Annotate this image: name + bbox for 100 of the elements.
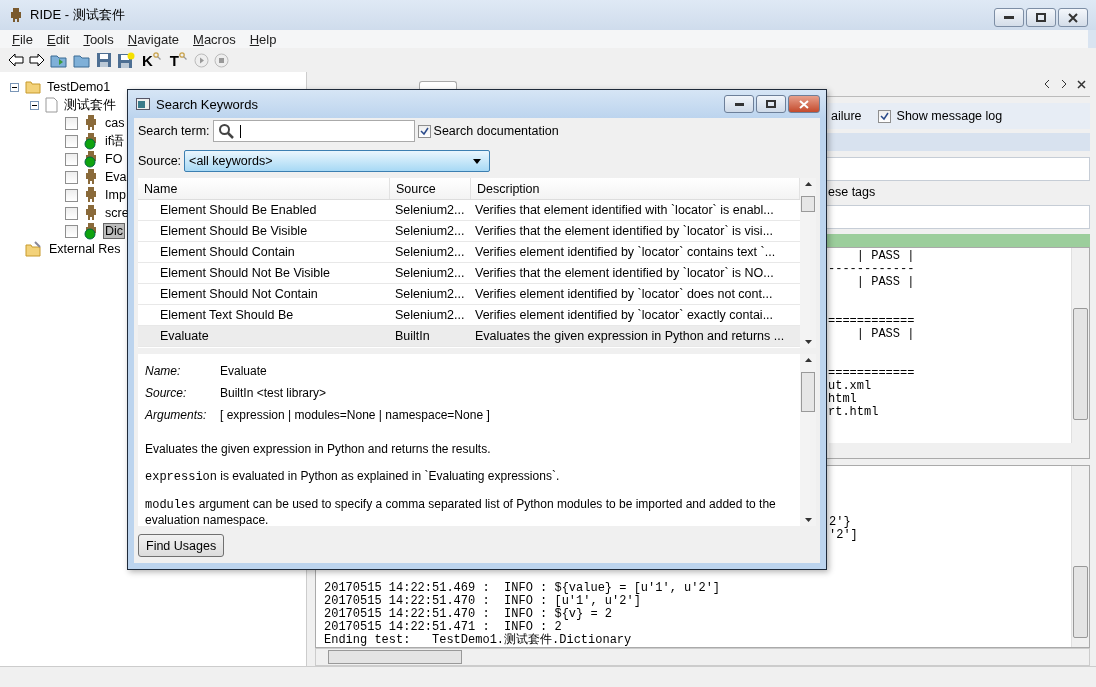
back-arrow-icon[interactable] (8, 53, 24, 67)
close-icon (799, 99, 809, 109)
scroll-up-icon[interactable] (804, 358, 812, 362)
log-line: 20170515 14:22:51.469 : INFO : ${value} = [u'1', u'2'] (324, 582, 722, 595)
scroll-right-icon[interactable] (1060, 79, 1068, 89)
stop-icon[interactable] (214, 52, 229, 68)
table-cell-text: Verifies element identified by `locator` exactly contai... (474, 307, 775, 324)
minimize-button[interactable] (724, 95, 754, 113)
tree-item[interactable]: Dic (104, 224, 125, 238)
close-icon[interactable] (1077, 79, 1086, 89)
scroll-down-icon[interactable] (804, 340, 812, 344)
table-row[interactable]: Element Should Not Be Visible Selenium2... Verifies that the element identified by `locator` is NO... (138, 263, 800, 284)
checkbox[interactable] (65, 206, 78, 220)
find-usages-button[interactable]: Find Usages (138, 534, 225, 557)
option-label: Show message log (896, 109, 1003, 123)
table-row[interactable]: Evaluate BuiltIn Evaluates the given expression in Python and returns ... (138, 326, 800, 347)
column-header[interactable]: Name (138, 178, 390, 199)
save-icon[interactable] (96, 52, 112, 68)
log-line: 20170515 14:22:51.470 : INFO : ${v} = 2 (324, 608, 614, 621)
collapse-toggle-icon[interactable] (29, 100, 39, 110)
maximize-icon (766, 100, 776, 108)
checkbox[interactable] (65, 134, 78, 148)
tree-item[interactable]: 测试套件 (63, 96, 117, 114)
scroll-down-icon[interactable] (804, 518, 812, 522)
search-icon (152, 51, 161, 60)
menu-item[interactable]: File (12, 31, 33, 47)
scrollbar[interactable] (1071, 466, 1089, 647)
output-line: | PASS | (855, 250, 916, 263)
scrollbar[interactable] (1071, 248, 1089, 443)
table-row[interactable]: Element Should Be Enabled Selenium2... Verifies that element identified with `locator` is enabl... (138, 200, 800, 221)
output-line: rt.html (828, 406, 880, 419)
output-line: | PASS | (855, 328, 916, 341)
checkbox[interactable] (65, 224, 78, 238)
close-button[interactable] (1058, 8, 1088, 27)
scrollbar-thumb[interactable] (801, 196, 815, 212)
table-cell-text: Verifies element identified by `locator` does not cont... (474, 286, 774, 303)
scrollbar[interactable] (829, 443, 1089, 458)
checkbox[interactable] (65, 116, 78, 130)
doc-field-value: [ expression | modules=None | namespace=None ] (220, 408, 490, 422)
window-icon (136, 98, 150, 110)
menu-item[interactable]: Tools (83, 31, 114, 47)
table-cell-text: Element Should Not Contain (159, 286, 319, 303)
tree-item[interactable]: cas (104, 116, 126, 130)
table-cell-text: Element Should Be Enabled (159, 202, 318, 219)
collapse-toggle-icon[interactable] (9, 82, 19, 92)
tree-item[interactable]: Imp (104, 188, 127, 202)
tree-item[interactable]: External Res (48, 242, 122, 256)
search-icon (217, 123, 234, 139)
table-row[interactable]: Element Should Contain Selenium2... Verifies element identified by `locator` contains text `... (138, 242, 800, 263)
save-all-icon[interactable] (117, 51, 135, 69)
tree-item[interactable]: TestDemo1 (46, 80, 112, 94)
table-row[interactable]: Element Should Not Contain Selenium2... Verifies element identified by `locator` does not cont... (138, 284, 800, 305)
tree-item[interactable]: FO (104, 152, 124, 166)
doc-paragraph: Evaluates the given expression in Python and returns the results. (145, 442, 492, 457)
output-line: | PASS | (855, 276, 916, 289)
tree-item[interactable]: scre (104, 206, 130, 220)
search-icon (179, 51, 187, 60)
checkbox[interactable] (65, 188, 78, 202)
doc-field-label: Arguments: (145, 408, 208, 422)
forward-arrow-icon[interactable] (29, 53, 45, 67)
play-icon[interactable] (194, 52, 209, 68)
minimize-icon (1004, 15, 1014, 20)
search-label: Search term: (138, 124, 210, 138)
menu-item[interactable]: Navigate (127, 31, 180, 47)
search-tool-button[interactable]: T (167, 51, 189, 69)
table-row[interactable]: Element Should Be Visible Selenium2... Verifies that the element identified by `locator` is visi... (138, 221, 800, 242)
menu-item[interactable]: Help (249, 31, 277, 47)
tree-item[interactable]: Eva (104, 170, 128, 184)
table-cell-text: Selenium2... (394, 265, 466, 282)
source-dropdown[interactable]: <all keywords> (184, 150, 491, 172)
output-line: ------------ (828, 263, 916, 276)
minimize-icon (734, 102, 744, 106)
option-label: ailure (831, 109, 862, 123)
scrollbar-thumb[interactable] (801, 372, 815, 412)
menu-item[interactable]: Macros (193, 31, 236, 47)
checkbox[interactable] (65, 170, 78, 184)
source-label: Source: (138, 154, 182, 168)
maximize-button[interactable] (756, 95, 786, 113)
maximize-button[interactable] (1026, 8, 1056, 27)
folder-icon[interactable] (50, 52, 68, 68)
doc-paragraph: modules argument can be used to specify a comma separated list of Python modules to be imported and added to the evaluation namespace. (145, 497, 777, 526)
maximize-icon (1036, 13, 1046, 22)
log-line: '2'] (829, 529, 859, 542)
tree-item[interactable]: if语 (104, 132, 126, 150)
checkbox[interactable] (65, 152, 78, 166)
checkbox[interactable] (417, 124, 431, 138)
output-line: ============ (828, 315, 916, 328)
doc-field-label: Source: (145, 386, 188, 400)
menu-item[interactable]: Edit (46, 31, 70, 47)
field-label: ese tags (828, 185, 877, 199)
checkbox[interactable] (877, 109, 891, 123)
folder-icon[interactable] (73, 52, 91, 68)
search-field[interactable] (212, 120, 415, 142)
column-header[interactable]: Source (390, 178, 471, 199)
table-cell-text: Selenium2... (394, 307, 466, 324)
document-icon (45, 97, 58, 113)
scrollbar[interactable] (315, 648, 1090, 666)
minimize-button[interactable] (994, 8, 1024, 27)
search-tool-button[interactable]: K (140, 51, 163, 69)
scroll-left-icon[interactable] (1043, 79, 1051, 89)
